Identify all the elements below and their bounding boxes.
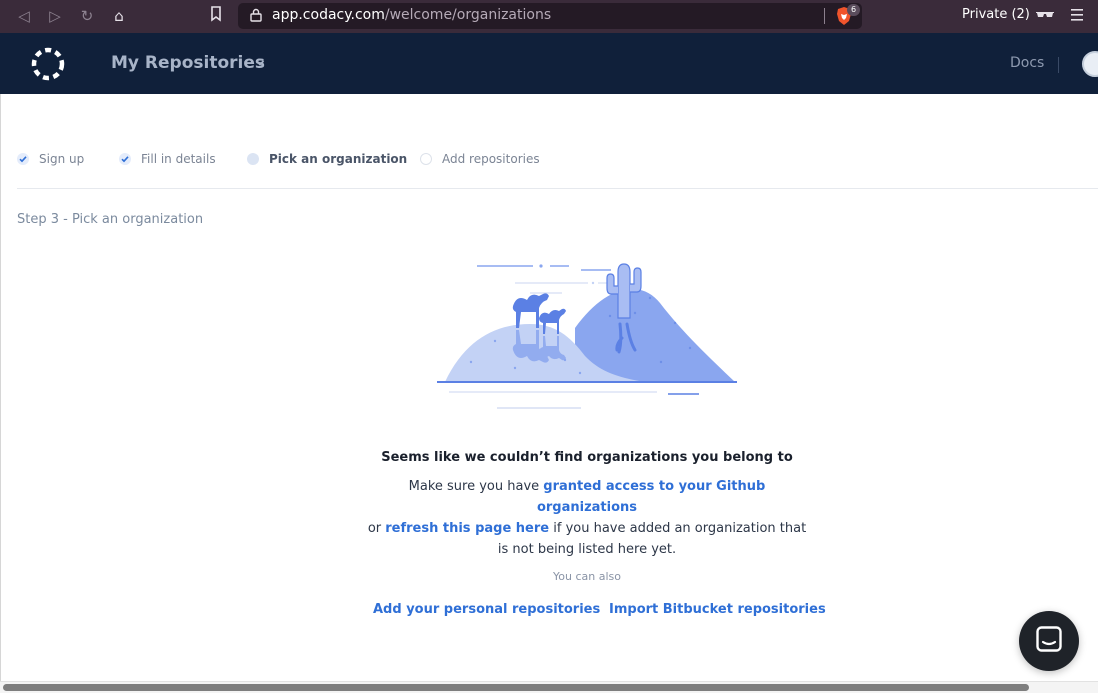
docs-link[interactable]: Docs [1010,55,1044,71]
refresh-page-link[interactable]: refresh this page here [385,521,549,536]
message-or: or [367,521,386,536]
scrollbar-thumb[interactable] [3,684,1029,691]
hamburger-menu-icon[interactable] [1070,7,1084,23]
import-bitbucket-link[interactable]: Import Bitbucket repositories [609,602,826,617]
reload-icon[interactable]: ↻ [77,6,97,26]
step-label: Pick an organization [269,152,408,166]
forward-icon[interactable]: ▷ [45,6,65,26]
header-divider [1058,57,1059,73]
active-step-dot-icon [247,153,259,165]
horizontal-scrollbar[interactable] [0,681,1098,693]
step-label: Fill in details [141,152,216,166]
repositories-dropdown-title[interactable]: My Repositories [111,53,265,73]
message-prefix: Make sure you have [408,479,544,494]
step-label: Sign up [39,152,85,166]
user-avatar[interactable] [1082,51,1098,77]
check-icon [119,153,131,165]
home-icon[interactable]: ⌂ [109,6,129,26]
chat-icon [1036,626,1062,652]
chat-launcher-button[interactable] [1019,611,1079,671]
you-can-also-label: You can also [553,570,621,583]
url-text: app.codacy.com/welcome/organizations [272,7,551,23]
empty-state-heading: Seems like we couldn’t find organization… [381,450,793,465]
stepper-divider [17,188,1098,189]
bookmark-icon[interactable] [206,6,226,26]
empty-state-message: Make sure you have granted access to you… [367,476,807,560]
desert-camel-illustration [437,263,737,409]
granted-access-link[interactable]: granted access to your Github organizati… [537,479,765,515]
url-path: /welcome/organizations [384,7,552,23]
codacy-logo-icon[interactable] [31,47,65,81]
step-label: Add repositories [442,152,540,166]
private-window-label[interactable]: Private (2) [962,7,1030,22]
main-content: Sign up Fill in details Pick an organiza… [0,94,1098,693]
pending-step-dot-icon [420,153,432,165]
step-title: Step 3 - Pick an organization [17,212,204,227]
onboarding-stepper: Sign up Fill in details Pick an organiza… [17,152,1097,168]
url-separator [824,8,825,24]
chevron-down-icon[interactable] [255,59,265,67]
private-glasses-icon [1036,12,1054,17]
lock-icon [250,8,262,22]
add-personal-repositories-link[interactable]: Add your personal repositories [373,602,600,617]
back-icon[interactable]: ◁ [14,6,34,26]
shields-count-badge: 6 [847,4,860,16]
browser-toolbar: ◁ ▷ ↻ ⌂ app.codacy.com/welcome/organizat… [0,0,1098,33]
address-bar[interactable]: app.codacy.com/welcome/organizations 6 [238,3,862,29]
check-icon [17,153,29,165]
app-header: My Repositories Docs [0,33,1098,94]
url-domain: app.codacy.com [272,7,385,23]
